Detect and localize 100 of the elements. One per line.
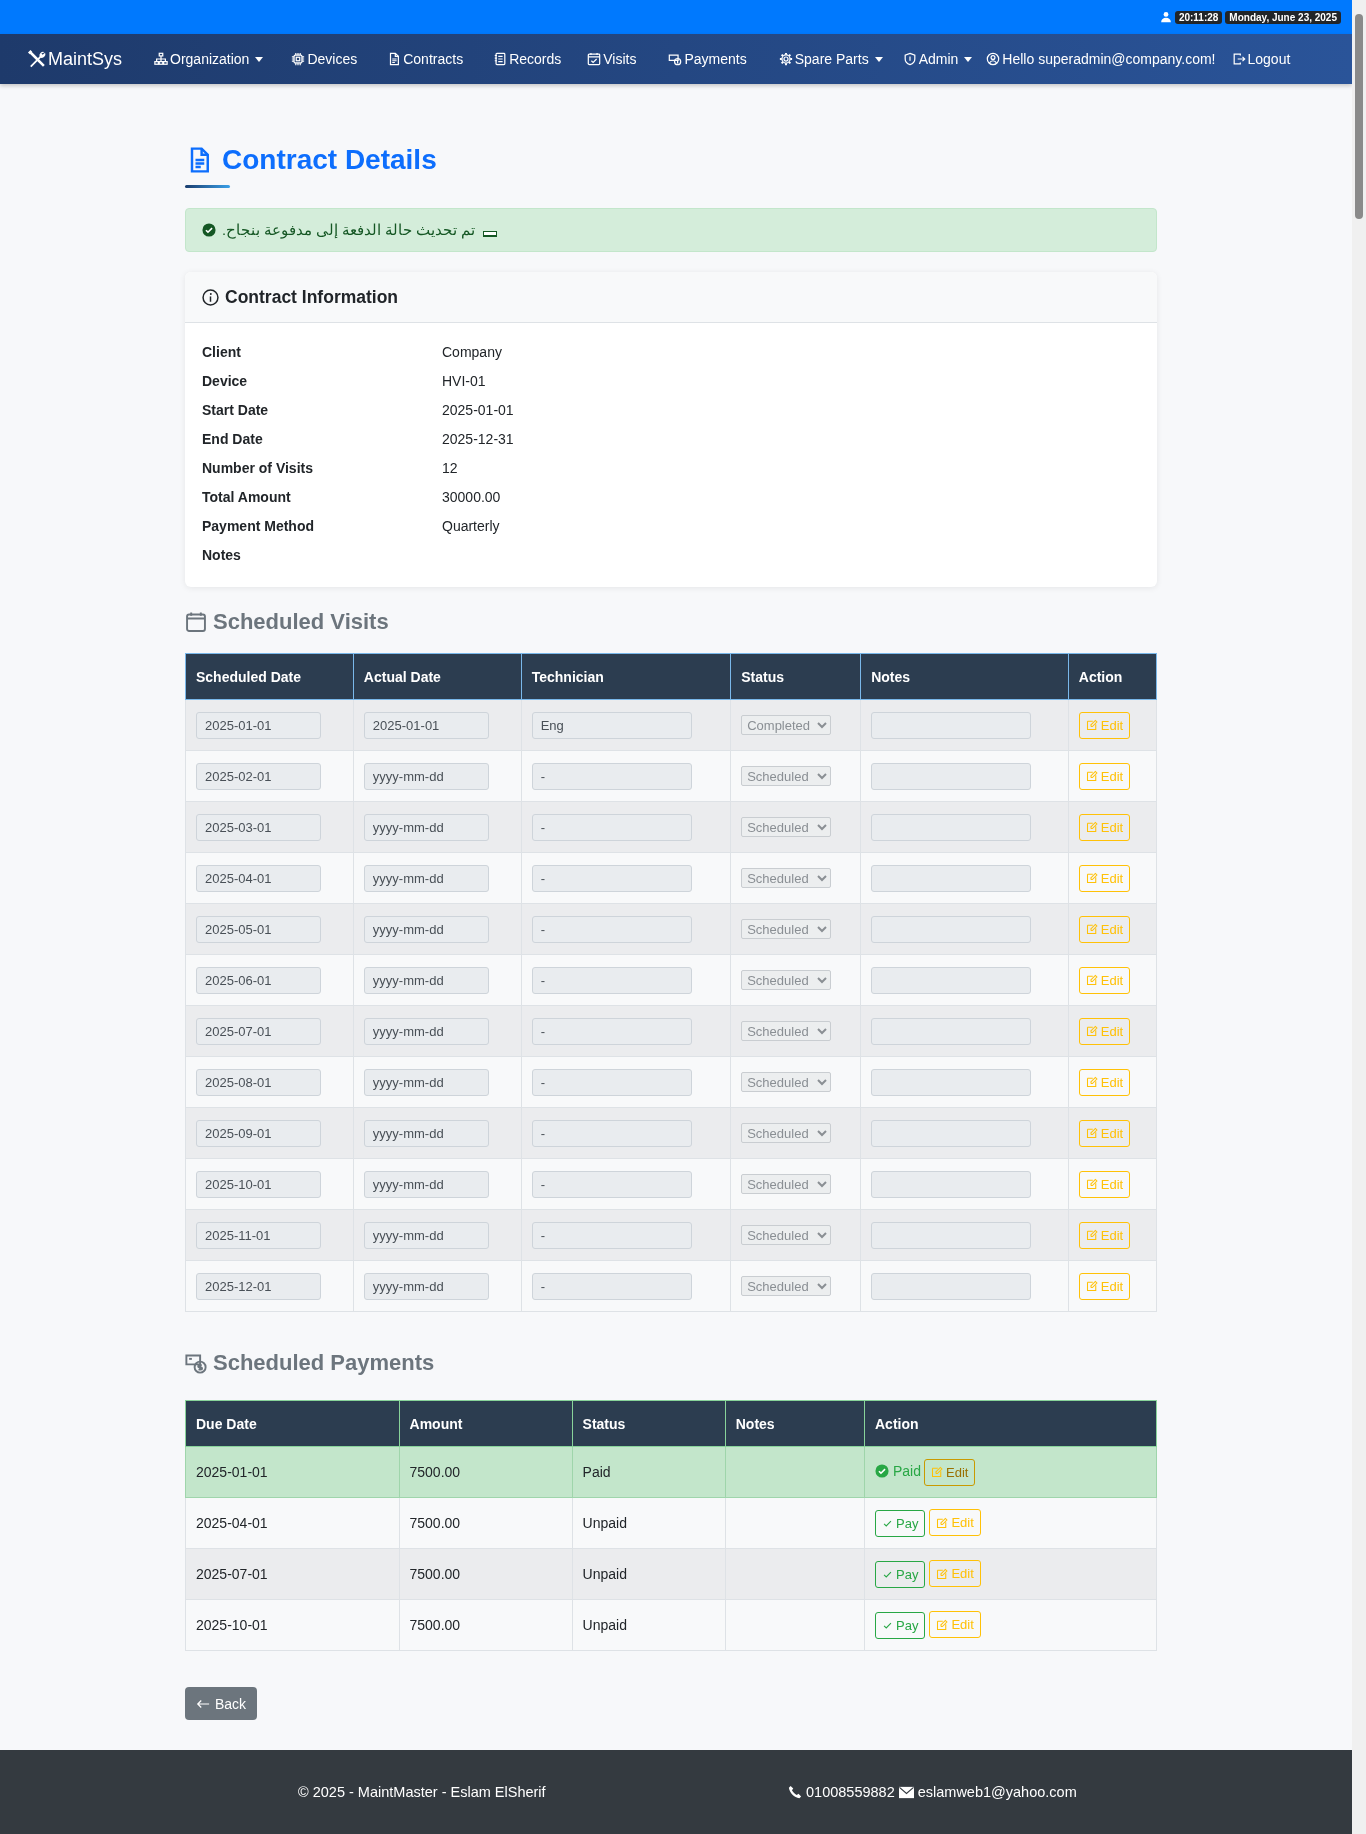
field-value: Company [442, 343, 503, 360]
nav-link[interactable]: Records [493, 51, 562, 67]
email-address: eslamweb1@yahoo.com [917, 1784, 1077, 1800]
notes-field[interactable] [871, 1017, 1032, 1045]
input-field[interactable]: 2025-05-01 [196, 915, 321, 943]
input-field[interactable]: yyyy-mm-dd [363, 1170, 489, 1198]
nav-link[interactable]: Visits [587, 51, 637, 67]
input-field[interactable]: - [531, 915, 692, 943]
column-header: Notes [725, 1400, 865, 1447]
input-field[interactable]: - [531, 864, 692, 892]
table-cell: Paid [572, 1446, 726, 1498]
dropdown-menu-link[interactable]: Organization [154, 51, 264, 67]
column-header: Notes [860, 653, 1069, 700]
input-field[interactable]: - [531, 966, 692, 994]
input-field[interactable]: yyyy-mm-dd [363, 915, 489, 943]
table-cell: Unpaid [572, 1599, 726, 1651]
edit-icon [1085, 1229, 1098, 1241]
input-field[interactable]: 2025-11-01 [196, 1221, 321, 1249]
paid-label: Paid [893, 1463, 922, 1479]
column-header: Action [1068, 653, 1157, 700]
input-field[interactable]: - [531, 1068, 692, 1096]
notes-field[interactable] [871, 762, 1032, 790]
input-field[interactable]: 2025-06-01 [196, 966, 321, 994]
notes-field[interactable] [871, 1068, 1032, 1096]
field-label: End Date [202, 430, 264, 447]
notes-field[interactable] [871, 813, 1032, 841]
table-cell: 2025-07-01 [185, 1548, 399, 1600]
edit-icon [1085, 1025, 1098, 1037]
card-title: Contract Information [225, 286, 399, 308]
edit-icon [936, 1516, 949, 1529]
input-field[interactable]: 2025-01-01 [196, 711, 321, 739]
user-icon [1159, 11, 1172, 23]
alert-message: تم تحديث حالة الدفعة إلى مدفوعة بنجاح. [222, 222, 476, 238]
column-header: Status [730, 653, 861, 700]
input-field[interactable]: - [531, 1221, 692, 1249]
input-field[interactable]: yyyy-mm-dd [363, 813, 489, 841]
dropdown-menu-link[interactable]: Admin [902, 51, 973, 67]
field-label: Client [202, 343, 242, 360]
input-field[interactable]: 2025-08-01 [196, 1068, 321, 1096]
table-cell: 2025-01-01 [185, 1446, 399, 1498]
field-value: HVI-01 [442, 372, 487, 389]
brand-link[interactable]: MaintSys [27, 48, 123, 70]
chip-icon [291, 52, 306, 66]
input-field[interactable]: 2025-01-01 [363, 711, 489, 739]
input-field[interactable]: - [531, 1119, 692, 1147]
input-field[interactable]: yyyy-mm-dd [363, 1221, 489, 1249]
cash-coin-icon [668, 52, 683, 66]
input-field[interactable]: 2025-12-01 [196, 1272, 321, 1300]
input-field[interactable]: yyyy-mm-dd [363, 1119, 489, 1147]
input-field[interactable]: - [531, 1272, 692, 1300]
calendar-icon [185, 611, 207, 633]
field-value: 30000.00 [442, 488, 502, 505]
input-field[interactable]: yyyy-mm-dd [363, 1068, 489, 1096]
input-field[interactable]: yyyy-mm-dd [363, 1272, 489, 1300]
edit-icon [936, 1567, 949, 1580]
edit-icon [1085, 1127, 1098, 1139]
nav-link[interactable]: Devices [291, 51, 358, 67]
dropdown-menu-link[interactable]: Spare Parts [778, 51, 883, 67]
notes-field[interactable] [871, 711, 1032, 739]
envelope-icon [898, 1784, 914, 1800]
field-label: Device [202, 372, 249, 389]
input-field[interactable]: 2025-10-01 [196, 1170, 321, 1198]
nav-link[interactable]: Contracts [387, 51, 464, 67]
notes-field[interactable] [871, 1272, 1032, 1300]
notes-field[interactable] [871, 1221, 1032, 1249]
phone-icon [788, 1785, 802, 1799]
input-field[interactable]: yyyy-mm-dd [363, 864, 489, 892]
section-title: Scheduled Payments [213, 1350, 435, 1376]
input-field[interactable]: - [531, 813, 692, 841]
input-field[interactable]: - [531, 762, 692, 790]
input-field[interactable]: yyyy-mm-dd [363, 1017, 489, 1045]
table-cell: 2025-10-01 [185, 1599, 399, 1651]
input-field[interactable]: 2025-03-01 [196, 813, 321, 841]
field-value: 12 [442, 459, 459, 476]
input-field[interactable]: 2025-02-01 [196, 762, 321, 790]
field-value: 2025-12-31 [442, 430, 515, 447]
nav-link[interactable]: Payments [668, 51, 747, 67]
close-button[interactable] [483, 231, 498, 237]
notes-field[interactable] [871, 915, 1032, 943]
input-field[interactable]: Eng [531, 711, 692, 739]
edit-icon [1085, 770, 1098, 782]
nav-link[interactable]: Hello superadmin@company.com! [986, 51, 1216, 67]
notes-field[interactable] [871, 1170, 1032, 1198]
notes-field[interactable] [871, 864, 1032, 892]
notes-field[interactable] [871, 966, 1032, 994]
notes-field[interactable] [871, 1119, 1032, 1147]
back-button[interactable]: Back [185, 1687, 258, 1720]
nav-link[interactable]: Logout [1231, 51, 1291, 67]
scrollbar-thumb[interactable] [1355, 14, 1363, 219]
time-badge: 20:11:28 [1174, 10, 1223, 24]
table-cell: 7500.00 [399, 1446, 573, 1498]
input-field[interactable]: 2025-09-01 [196, 1119, 321, 1147]
input-field[interactable]: yyyy-mm-dd [363, 966, 489, 994]
input-field[interactable]: yyyy-mm-dd [363, 762, 489, 790]
input-field[interactable]: 2025-07-01 [196, 1017, 321, 1045]
input-field[interactable]: - [531, 1017, 692, 1045]
shield-icon [902, 52, 917, 66]
gear-icon [778, 52, 793, 66]
input-field[interactable]: 2025-04-01 [196, 864, 321, 892]
input-field[interactable]: - [531, 1170, 692, 1198]
